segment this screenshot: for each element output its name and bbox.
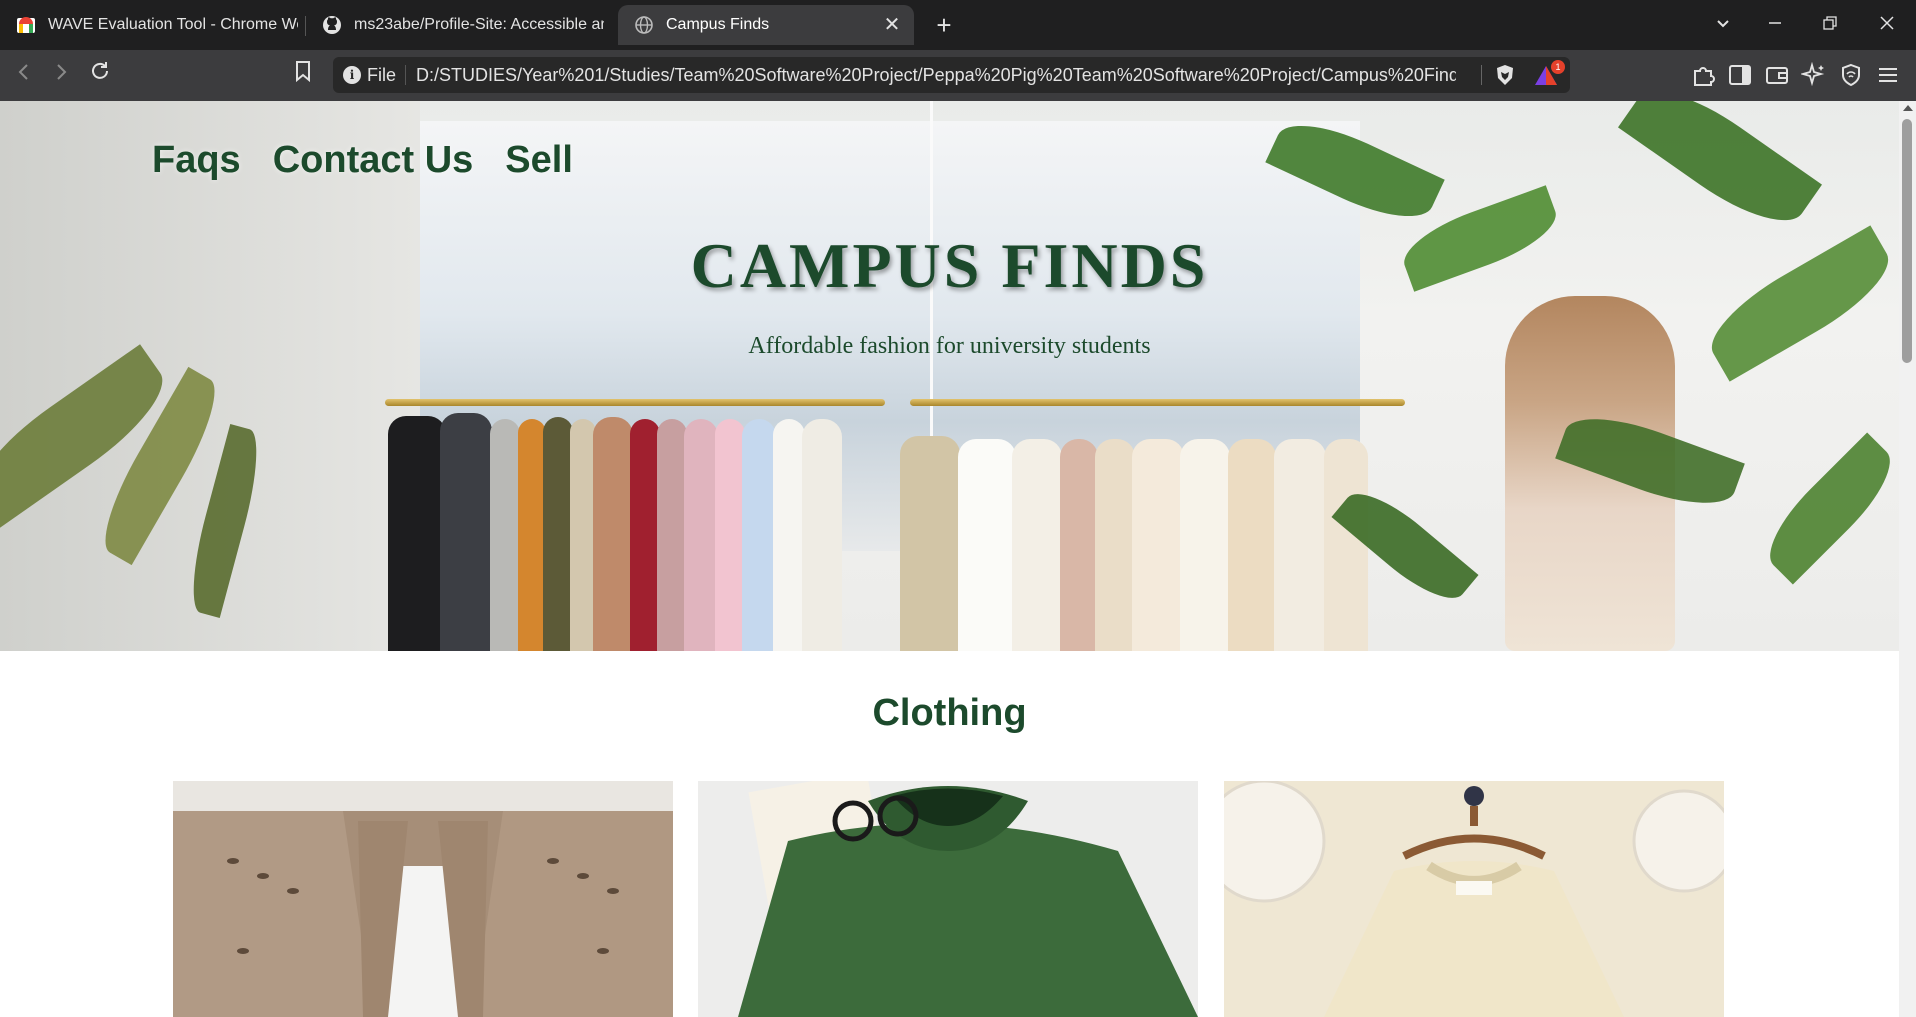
address-divider <box>1481 65 1482 85</box>
nav-link-sell[interactable]: Sell <box>505 139 573 182</box>
brave-shields-icon[interactable] <box>1493 63 1517 87</box>
garment <box>1060 439 1098 651</box>
vpn-shield-icon[interactable] <box>1838 62 1864 88</box>
nav-link-faqs[interactable]: Faqs <box>152 139 241 182</box>
garment <box>657 419 687 651</box>
garment <box>715 419 745 651</box>
plant-leaf <box>1753 432 1899 585</box>
product-card-cardigan[interactable] <box>173 781 673 1017</box>
scheme-label: File <box>367 65 397 85</box>
new-tab-icon[interactable]: + <box>930 11 958 39</box>
green-sweater-photo <box>698 781 1198 1017</box>
garment <box>593 417 633 651</box>
sidebar-icon[interactable] <box>1727 62 1753 88</box>
tab-title: Campus Finds <box>666 16 770 33</box>
garment <box>742 419 776 651</box>
forward-arrow-icon[interactable] <box>46 60 76 90</box>
garment <box>543 417 573 651</box>
browser-toolbar: i File D:/STUDIES/Year%201/Studies/Team%… <box>0 50 1916 101</box>
close-tab-icon[interactable]: ✕ <box>880 13 904 37</box>
garment <box>1228 439 1276 651</box>
globe-icon <box>635 16 653 34</box>
garment <box>1095 439 1135 651</box>
garment <box>388 416 446 651</box>
scroll-up-arrow-icon[interactable] <box>1903 105 1913 111</box>
site-tagline: Affordable fashion for university studen… <box>748 333 1151 359</box>
clothes-rail-left <box>385 399 885 406</box>
tab-title: WAVE Evaluation Tool - Chrome Web Store <box>48 16 298 33</box>
extensions-icon[interactable] <box>1690 62 1716 88</box>
plant-leaf <box>1618 101 1822 243</box>
bookmark-icon[interactable] <box>288 60 318 90</box>
garment <box>802 419 842 651</box>
garment <box>440 413 492 651</box>
garment <box>490 419 520 651</box>
garment <box>900 436 960 651</box>
site-navigation: Faqs Contact Us Sell <box>152 139 573 182</box>
address-bar[interactable]: i File D:/STUDIES/Year%201/Studies/Team%… <box>333 57 1570 93</box>
garment <box>1324 439 1368 651</box>
minimize-icon[interactable] <box>1760 10 1790 40</box>
site-title: CAMPUS FINDS <box>690 230 1209 301</box>
garment <box>1012 439 1062 651</box>
restore-icon[interactable] <box>1815 10 1845 40</box>
tab-campus-finds[interactable]: Campus Finds ✕ <box>618 5 914 45</box>
garment <box>1180 439 1230 651</box>
back-arrow-icon[interactable] <box>9 60 39 90</box>
tab-title: ms23abe/Profile-Site: Accessible and <box>354 16 604 33</box>
chrome-web-store-icon <box>17 17 35 33</box>
garment <box>773 419 805 651</box>
tab-wave[interactable]: WAVE Evaluation Tool - Chrome Web Store <box>0 5 305 45</box>
cream-sweater-on-hanger-photo <box>1224 781 1724 1017</box>
garment <box>518 419 546 651</box>
garment <box>958 439 1016 651</box>
garment <box>684 419 718 651</box>
github-icon <box>323 16 341 34</box>
url-text[interactable]: D:/STUDIES/Year%201/Studies/Team%20Softw… <box>416 65 1456 86</box>
page-viewport: Faqs Contact Us Sell CAMPUS FINDS Afford… <box>0 101 1899 1017</box>
reload-icon[interactable] <box>85 60 115 90</box>
menu-icon[interactable] <box>1875 62 1901 88</box>
address-separator <box>405 65 406 85</box>
info-icon[interactable]: i <box>343 66 361 84</box>
tab-github[interactable]: ms23abe/Profile-Site: Accessible and <box>306 5 611 45</box>
scroll-thumb[interactable] <box>1902 119 1912 363</box>
close-window-icon[interactable] <box>1872 10 1902 40</box>
wallet-icon[interactable] <box>1764 62 1790 88</box>
rewards-badge: 1 <box>1551 60 1565 74</box>
product-card-cream-sweater[interactable] <box>1224 781 1724 1017</box>
clothing-heading: Clothing <box>872 692 1027 734</box>
beige-knit-cardigan-photo <box>173 781 673 1017</box>
product-card-green-sweater[interactable] <box>698 781 1198 1017</box>
garment <box>630 419 660 651</box>
tab-strip: WAVE Evaluation Tool - Chrome Web Store … <box>0 0 1916 50</box>
garment <box>1274 439 1326 651</box>
garment <box>1132 439 1184 651</box>
page-scrollbar[interactable] <box>1899 101 1916 1017</box>
hero-banner: Faqs Contact Us Sell CAMPUS FINDS Afford… <box>0 101 1899 651</box>
nav-link-contact-us[interactable]: Contact Us <box>273 139 474 182</box>
clothes-rail-right <box>910 399 1405 406</box>
tab-search-chevron-icon[interactable] <box>1708 10 1738 40</box>
leo-ai-icon[interactable] <box>1801 62 1827 88</box>
